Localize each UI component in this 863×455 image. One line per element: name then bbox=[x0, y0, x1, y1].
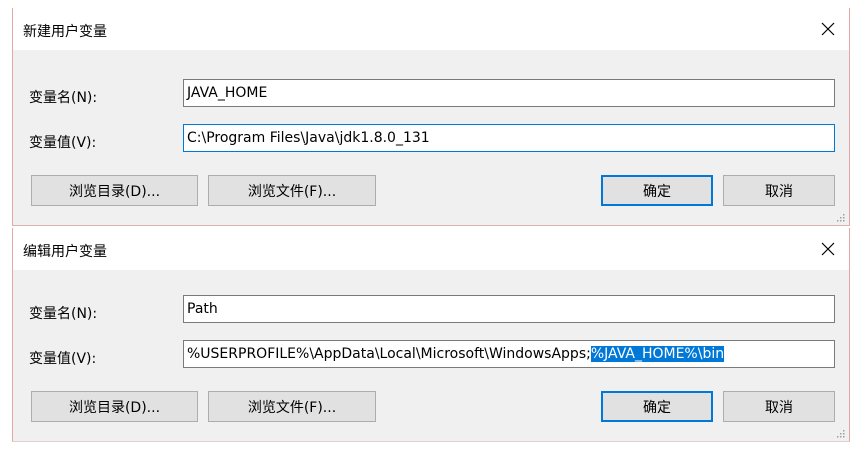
variable-value-label: 变量值(V): bbox=[29, 351, 97, 367]
close-button[interactable] bbox=[813, 15, 843, 43]
variable-name-input[interactable]: Path bbox=[183, 295, 835, 323]
browse-file-button[interactable]: 浏览文件(F)... bbox=[208, 175, 376, 206]
variable-value-label: 变量值(V): bbox=[29, 135, 97, 151]
new-user-variable-dialog: 新建用户变量 变量名(N): JAVA_HOME 变量值(V): C:\Prog… bbox=[12, 8, 850, 226]
dialog-title: 编辑用户变量 bbox=[23, 244, 107, 260]
ok-button[interactable]: 确定 bbox=[601, 391, 713, 422]
browse-directory-button[interactable]: 浏览目录(D)... bbox=[31, 391, 198, 422]
variable-value-text: %USERPROFILE%\AppData\Local\Microsoft\Wi… bbox=[187, 346, 591, 362]
variable-name-input[interactable]: JAVA_HOME bbox=[183, 79, 835, 107]
cancel-button[interactable]: 取消 bbox=[723, 175, 835, 206]
ok-button[interactable]: 确定 bbox=[601, 175, 713, 206]
close-icon bbox=[821, 242, 835, 256]
resize-grip-icon[interactable] bbox=[835, 428, 845, 438]
title-bar: 新建用户变量 bbox=[13, 8, 849, 50]
close-icon bbox=[821, 22, 835, 36]
variable-value-input[interactable]: C:\Program Files\Java\jdk1.8.0_131 bbox=[183, 124, 835, 152]
variable-value-text: C:\Program Files\Java\jdk1.8.0_131 bbox=[187, 130, 430, 146]
variable-value-selected-text: %JAVA_HOME%\bin bbox=[590, 346, 725, 362]
dialog-title: 新建用户变量 bbox=[23, 24, 107, 40]
variable-name-value: JAVA_HOME bbox=[187, 85, 268, 101]
variable-name-value: Path bbox=[187, 301, 218, 317]
cancel-button[interactable]: 取消 bbox=[723, 391, 835, 422]
browse-directory-button[interactable]: 浏览目录(D)... bbox=[31, 175, 198, 206]
variable-name-label: 变量名(N): bbox=[29, 90, 98, 106]
title-bar: 编辑用户变量 bbox=[13, 228, 849, 270]
variable-name-label: 变量名(N): bbox=[29, 306, 98, 322]
resize-grip-icon[interactable] bbox=[835, 212, 845, 222]
browse-file-button[interactable]: 浏览文件(F)... bbox=[208, 391, 376, 422]
close-button[interactable] bbox=[813, 235, 843, 263]
variable-value-input[interactable]: %USERPROFILE%\AppData\Local\Microsoft\Wi… bbox=[183, 340, 835, 368]
edit-user-variable-dialog: 编辑用户变量 变量名(N): Path 变量值(V): %USERPROFILE… bbox=[12, 228, 850, 442]
